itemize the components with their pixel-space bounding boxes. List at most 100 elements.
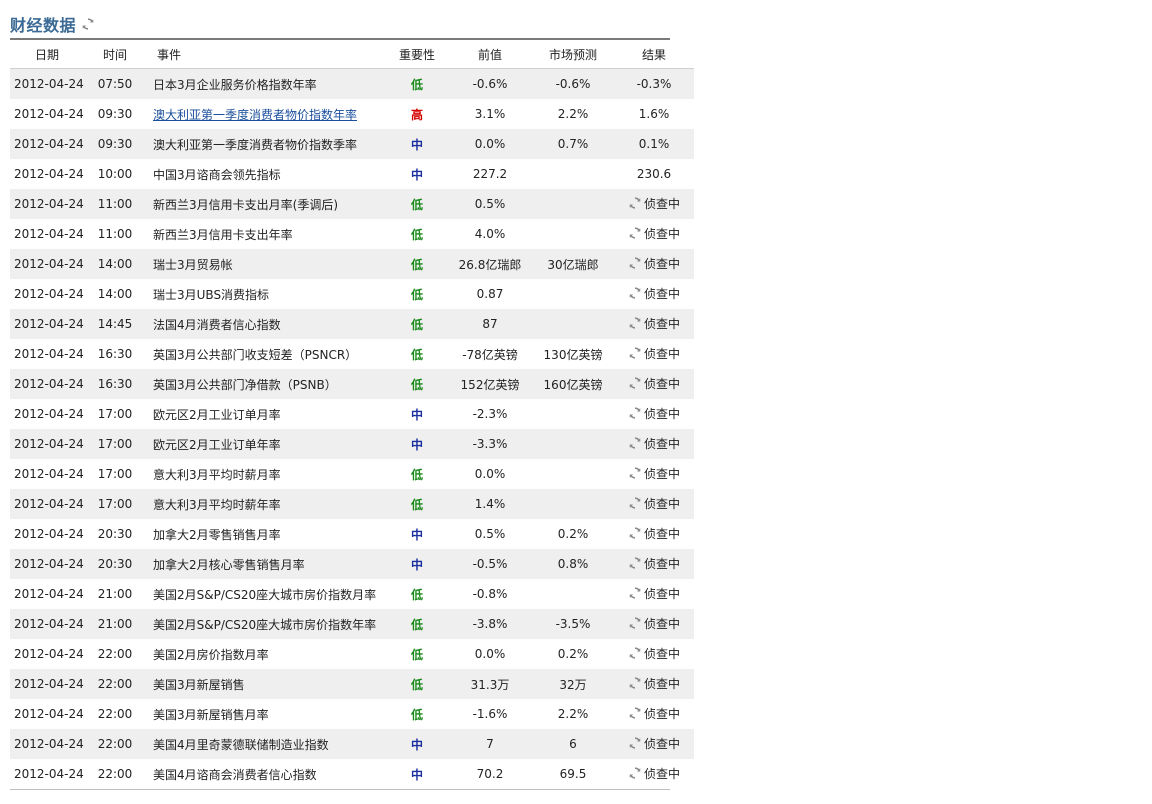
refresh-icon[interactable] — [628, 496, 642, 510]
pending-status[interactable]: 侦查中 — [628, 555, 680, 572]
column-header-importance: 重要性 — [386, 40, 448, 69]
table-row: 2012-04-24 14:00 瑞士3月UBS消费指标 低 0.87 侦查中 — [10, 279, 694, 309]
refresh-icon[interactable] — [628, 736, 642, 750]
cell-result[interactable]: 侦查中 — [614, 339, 694, 369]
cell-date: 2012-04-24 — [10, 249, 85, 279]
pending-status[interactable]: 侦查中 — [628, 405, 680, 422]
cell-previous: 3.1% — [448, 99, 532, 129]
refresh-icon[interactable] — [628, 766, 642, 780]
cell-time: 17:00 — [85, 459, 145, 489]
pending-status[interactable]: 侦查中 — [628, 615, 680, 632]
cell-result[interactable]: 侦查中 — [614, 279, 694, 309]
cell-date: 2012-04-24 — [10, 459, 85, 489]
cell-result[interactable]: 侦查中 — [614, 759, 694, 789]
pending-status[interactable]: 侦查中 — [628, 285, 680, 302]
cell-result[interactable]: 侦查中 — [614, 189, 694, 219]
cell-result[interactable]: 侦查中 — [614, 489, 694, 519]
cell-result[interactable]: 侦查中 — [614, 309, 694, 339]
pending-status[interactable]: 侦查中 — [628, 465, 680, 482]
refresh-icon[interactable] — [628, 556, 642, 570]
pending-status[interactable]: 侦查中 — [628, 255, 680, 272]
table-row: 2012-04-24 17:00 意大利3月平均时薪月率 低 0.0% 侦查中 — [10, 459, 694, 489]
cell-previous: -0.6% — [448, 68, 532, 99]
cell-result[interactable]: 侦查中 — [614, 369, 694, 399]
pending-status[interactable]: 侦查中 — [628, 495, 680, 512]
pending-status[interactable]: 侦查中 — [628, 675, 680, 692]
cell-result[interactable]: 侦查中 — [614, 609, 694, 639]
pending-status[interactable]: 侦查中 — [628, 345, 680, 362]
cell-result[interactable]: 侦查中 — [614, 219, 694, 249]
cell-date: 2012-04-24 — [10, 639, 85, 669]
cell-result[interactable]: 侦查中 — [614, 399, 694, 429]
refresh-icon[interactable] — [628, 316, 642, 330]
event-link[interactable]: 澳大利亚第一季度消费者物价指数年率 — [153, 108, 357, 122]
importance-badge: 低 — [410, 677, 423, 692]
refresh-icon[interactable] — [628, 586, 642, 600]
pending-label: 侦查中 — [643, 346, 680, 361]
cell-result[interactable]: 侦查中 — [614, 519, 694, 549]
pending-label: 侦查中 — [643, 556, 680, 571]
cell-event: 瑞士3月贸易帐 — [145, 249, 386, 279]
cell-result[interactable]: 侦查中 — [614, 639, 694, 669]
importance-badge: 低 — [410, 317, 423, 332]
cell-event[interactable]: 澳大利亚第一季度消费者物价指数年率 — [145, 99, 386, 129]
pending-status[interactable]: 侦查中 — [628, 585, 680, 602]
cell-forecast: -3.5% — [532, 609, 614, 639]
refresh-icon[interactable] — [628, 436, 642, 450]
cell-event: 美国2月S&P/CS20座大城市房价指数年率 — [145, 609, 386, 639]
pending-status[interactable]: 侦查中 — [628, 225, 680, 242]
pending-status[interactable]: 侦查中 — [628, 735, 680, 752]
cell-previous: -3.8% — [448, 609, 532, 639]
cell-result: -0.3% — [614, 68, 694, 99]
refresh-icon[interactable] — [628, 376, 642, 390]
refresh-icon[interactable] — [628, 256, 642, 270]
cell-importance: 低 — [386, 609, 448, 639]
pending-label: 侦查中 — [643, 406, 680, 421]
table-body: 2012-04-24 07:50 日本3月企业服务价格指数年率低 -0.6% -0.6%… — [10, 68, 694, 789]
refresh-icon[interactable] — [628, 646, 642, 660]
cell-forecast: 0.8% — [532, 549, 614, 579]
pending-status[interactable]: 侦查中 — [628, 705, 680, 722]
refresh-icon[interactable] — [628, 616, 642, 630]
refresh-icon[interactable] — [628, 676, 642, 690]
refresh-icon[interactable] — [628, 196, 642, 210]
cell-result[interactable]: 侦查中 — [614, 459, 694, 489]
cell-date: 2012-04-24 — [10, 219, 85, 249]
cell-time: 14:00 — [85, 279, 145, 309]
cell-result[interactable]: 侦查中 — [614, 729, 694, 759]
refresh-icon[interactable] — [628, 226, 642, 240]
pending-label: 侦查中 — [643, 766, 680, 781]
cell-result[interactable]: 侦查中 — [614, 699, 694, 729]
cell-importance: 中 — [386, 129, 448, 159]
refresh-icon[interactable] — [628, 286, 642, 300]
cell-forecast: 32万 — [532, 669, 614, 699]
refresh-icon[interactable] — [80, 16, 96, 32]
column-header-previous: 前值 — [448, 40, 532, 69]
cell-date: 2012-04-24 — [10, 579, 85, 609]
refresh-icon[interactable] — [628, 526, 642, 540]
cell-importance: 低 — [386, 699, 448, 729]
refresh-icon[interactable] — [628, 706, 642, 720]
cell-date: 2012-04-24 — [10, 309, 85, 339]
cell-result[interactable]: 侦查中 — [614, 669, 694, 699]
cell-result[interactable]: 侦查中 — [614, 429, 694, 459]
cell-result[interactable]: 侦查中 — [614, 549, 694, 579]
pending-status[interactable]: 侦查中 — [628, 375, 680, 392]
pending-status[interactable]: 侦查中 — [628, 525, 680, 542]
cell-result[interactable]: 侦查中 — [614, 249, 694, 279]
importance-badge: 低 — [410, 227, 423, 242]
cell-forecast: 130亿英镑 — [532, 339, 614, 369]
cell-previous: -1.6% — [448, 699, 532, 729]
cell-forecast: 2.2% — [532, 99, 614, 129]
pending-status[interactable]: 侦查中 — [628, 435, 680, 452]
pending-status[interactable]: 侦查中 — [628, 315, 680, 332]
cell-forecast: 0.7% — [532, 129, 614, 159]
cell-date: 2012-04-24 — [10, 519, 85, 549]
pending-status[interactable]: 侦查中 — [628, 645, 680, 662]
pending-status[interactable]: 侦查中 — [628, 765, 680, 782]
refresh-icon[interactable] — [628, 346, 642, 360]
refresh-icon[interactable] — [628, 466, 642, 480]
refresh-icon[interactable] — [628, 406, 642, 420]
cell-result[interactable]: 侦查中 — [614, 579, 694, 609]
pending-status[interactable]: 侦查中 — [628, 195, 680, 212]
